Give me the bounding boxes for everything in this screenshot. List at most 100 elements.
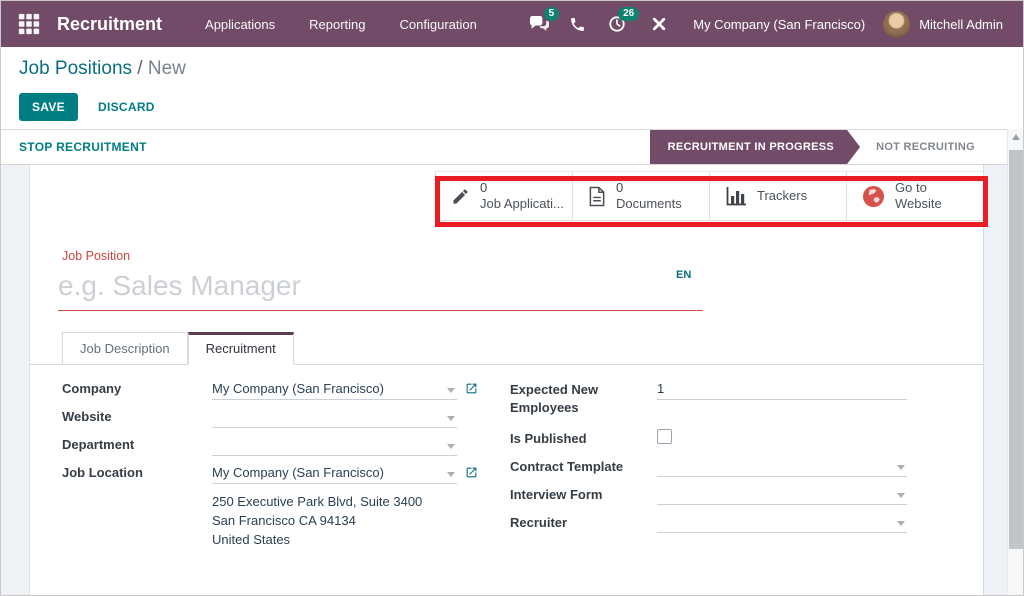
top-navbar: Recruitment Applications Reporting Confi… <box>1 1 1023 47</box>
documents-label: Documents <box>616 196 682 212</box>
interview-form-row: Interview Form <box>510 485 950 505</box>
chevron-down-icon[interactable] <box>897 493 905 498</box>
job-applications-count: 0 <box>480 180 564 196</box>
scrollbar-thumb[interactable] <box>1009 150 1023 549</box>
globe-icon <box>862 185 885 208</box>
go-to-website-label-2: Website <box>895 196 942 212</box>
interview-form-label: Interview Form <box>510 485 657 504</box>
app-name[interactable]: Recruitment <box>57 14 162 35</box>
odoo-recruitment-window: Recruitment Applications Reporting Confi… <box>0 0 1024 596</box>
job-applications-text: 0 Job Applicati... <box>480 180 564 212</box>
tab-job-description[interactable]: Job Description <box>62 332 188 365</box>
stage-selector: RECRUITMENT IN PROGRESS NOT RECRUITING <box>650 130 989 164</box>
job-location-value: My Company (San Francisco) <box>212 465 384 480</box>
stop-recruitment-button[interactable]: STOP RECRUITMENT <box>19 140 147 154</box>
company-row: Company My Company (San Francisco) <box>62 380 498 400</box>
save-button[interactable]: SAVE <box>19 93 78 121</box>
documents-button[interactable]: 0 Documents <box>572 172 709 220</box>
company-switcher[interactable]: My Company (San Francisco) <box>679 17 883 32</box>
address-line-3: United States <box>212 530 498 549</box>
bar-chart-icon <box>725 186 747 206</box>
stage-not-recruiting[interactable]: NOT RECRUITING <box>860 130 989 164</box>
chevron-down-icon[interactable] <box>447 444 455 449</box>
grid-icon <box>17 12 41 36</box>
apps-grid-icon[interactable] <box>15 10 43 38</box>
chevron-down-icon[interactable] <box>897 465 905 470</box>
chevron-down-icon[interactable] <box>447 388 455 393</box>
tools-button[interactable] <box>639 1 679 47</box>
go-to-website-button[interactable]: Go to Website <box>846 172 983 220</box>
job-location-label: Job Location <box>62 464 212 480</box>
trackers-button[interactable]: Trackers <box>709 172 846 220</box>
chevron-down-icon[interactable] <box>447 416 455 421</box>
address-line-1: 250 Executive Park Blvd, Suite 3400 <box>212 492 498 511</box>
job-location-field[interactable]: My Company (San Francisco) <box>212 464 457 484</box>
phone-button[interactable] <box>559 1 595 47</box>
job-location-external-link-icon[interactable] <box>465 464 478 483</box>
activities-badge: 26 <box>618 7 639 21</box>
company-label: Company <box>62 380 212 396</box>
expected-new-employees-row: Expected New Employees 1 <box>510 380 950 421</box>
address-line-2: San Francisco CA 94134 <box>212 511 498 530</box>
menu-configuration[interactable]: Configuration <box>383 1 494 47</box>
department-field[interactable] <box>212 436 457 456</box>
expected-new-employees-field[interactable]: 1 <box>657 380 907 400</box>
tab-recruitment[interactable]: Recruitment <box>188 332 294 365</box>
phone-icon <box>569 16 586 33</box>
website-field[interactable] <box>212 408 457 428</box>
messages-badge: 5 <box>544 7 560 21</box>
menu-applications[interactable]: Applications <box>188 1 292 47</box>
stage-recruitment-in-progress[interactable]: RECRUITMENT IN PROGRESS <box>650 130 860 164</box>
tools-icon <box>650 15 668 33</box>
department-label: Department <box>62 436 212 452</box>
trackers-label: Trackers <box>757 188 807 204</box>
recruiter-row: Recruiter <box>510 513 950 533</box>
navbar-right: 5 26 <box>519 1 1009 47</box>
website-label: Website <box>62 408 212 424</box>
user-menu[interactable]: Mitchell Admin <box>910 17 1009 32</box>
breadcrumb: Job Positions / New <box>19 58 186 80</box>
notebook-tabs: Job Description Recruitment <box>30 332 983 365</box>
is-published-label: Is Published <box>510 429 657 448</box>
user-avatar[interactable] <box>883 11 910 38</box>
trackers-text: Trackers <box>757 188 807 204</box>
go-to-website-label-1: Go to <box>895 180 942 196</box>
chevron-down-icon[interactable] <box>897 521 905 526</box>
expected-new-employees-value: 1 <box>657 381 664 396</box>
is-published-field <box>657 429 907 449</box>
activities-button[interactable]: 26 <box>595 1 639 47</box>
interview-form-field[interactable] <box>657 485 907 505</box>
job-location-row: Job Location My Company (San Francisco) <box>62 464 498 484</box>
chevron-down-icon[interactable] <box>447 472 455 477</box>
website-row: Website <box>62 408 498 428</box>
form-sheet: 0 Job Applicati... 0 Documents <box>29 165 984 596</box>
documents-text: 0 Documents <box>616 180 682 212</box>
go-to-website-text: Go to Website <box>895 180 942 212</box>
language-toggle[interactable]: EN <box>676 269 691 281</box>
recruiter-field[interactable] <box>657 513 907 533</box>
statusbar: STOP RECRUITMENT RECRUITMENT IN PROGRESS… <box>1 129 1023 165</box>
job-applications-button[interactable]: 0 Job Applicati... <box>435 172 572 220</box>
menu-reporting[interactable]: Reporting <box>292 1 382 47</box>
messages-button[interactable]: 5 <box>519 1 559 47</box>
company-field[interactable]: My Company (San Francisco) <box>212 380 457 400</box>
scroll-up-arrow-icon[interactable] <box>1012 134 1020 140</box>
discard-button[interactable]: DISCARD <box>98 100 155 114</box>
contract-template-field[interactable] <box>657 457 907 477</box>
breadcrumb-new: New <box>148 58 186 79</box>
breadcrumb-job-positions[interactable]: Job Positions <box>19 58 132 79</box>
breadcrumb-separator: / <box>132 58 148 79</box>
documents-count: 0 <box>616 180 682 196</box>
expected-new-employees-label: Expected New Employees <box>510 380 657 417</box>
scrollbar[interactable] <box>1007 129 1023 596</box>
is-published-checkbox[interactable] <box>657 429 672 444</box>
company-external-link-icon[interactable] <box>465 380 478 399</box>
job-applications-label: Job Applicati... <box>480 196 564 212</box>
job-position-input[interactable] <box>58 265 703 311</box>
form-action-buttons: SAVE DISCARD <box>19 93 155 121</box>
company-value: My Company (San Francisco) <box>212 381 384 396</box>
form-right-column: Expected New Employees 1 Is Published Co… <box>510 380 950 541</box>
smart-button-box: 0 Job Applicati... 0 Documents <box>435 171 983 221</box>
recruiter-label: Recruiter <box>510 513 657 532</box>
is-published-row: Is Published <box>510 429 950 449</box>
